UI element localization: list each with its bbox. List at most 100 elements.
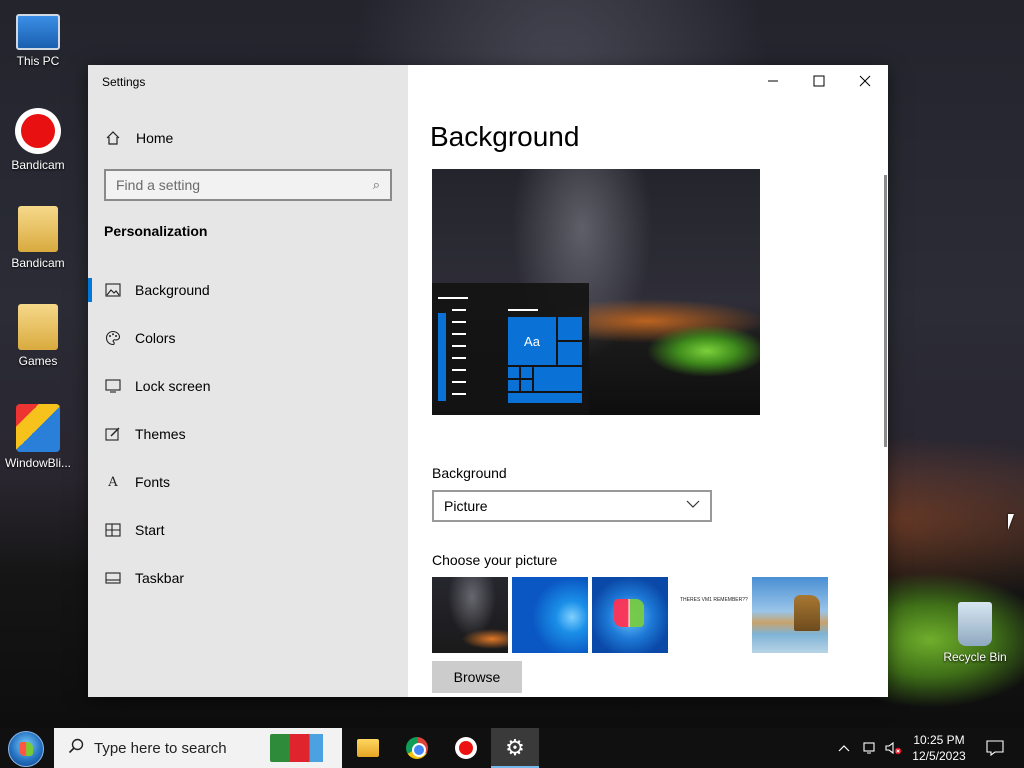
sidebar-item-colors[interactable]: Colors xyxy=(88,314,408,362)
preview-line xyxy=(452,333,466,335)
settings-icon: ⚙ xyxy=(505,735,525,760)
background-label: Background xyxy=(432,465,507,481)
thumbnail-milky-way[interactable] xyxy=(432,577,508,653)
taskbar-search-placeholder: Type here to search xyxy=(94,739,227,757)
taskbar: Type here to search ⚙ 10:25 PM 12/5/2023 xyxy=(0,728,1024,768)
clock-time: 10:25 PM xyxy=(913,733,965,747)
sidebar-item-start[interactable]: Start xyxy=(88,506,408,554)
sidebar-item-themes[interactable]: Themes xyxy=(88,410,408,458)
background-type-dropdown[interactable]: Picture xyxy=(432,490,712,522)
window-title: Settings xyxy=(102,75,146,89)
start-button[interactable] xyxy=(8,731,44,767)
chevron-down-icon xyxy=(686,497,700,512)
taskbar-icon xyxy=(104,569,122,587)
file-explorer-icon xyxy=(357,739,379,757)
preview-line xyxy=(452,309,466,311)
picture-icon xyxy=(104,281,122,299)
lock-screen-icon xyxy=(104,377,122,395)
sidebar-item-label: Background xyxy=(135,282,210,298)
gift-boxes-icon xyxy=(270,734,336,762)
search-icon xyxy=(68,738,84,759)
preview-tiles: Aa xyxy=(508,317,582,403)
start-icon xyxy=(104,521,122,539)
sidebar-item-label: Colors xyxy=(135,330,176,346)
background-preview: Aa xyxy=(432,169,760,415)
preview-tile xyxy=(508,367,519,378)
desktop-icon-label: Games xyxy=(18,354,58,368)
folder-icon xyxy=(18,304,58,350)
desktop-icon-label: This PC xyxy=(16,54,60,68)
search-input[interactable] xyxy=(116,177,373,193)
preview-line xyxy=(438,297,468,299)
browse-button[interactable]: Browse xyxy=(432,661,522,693)
rock-shape xyxy=(794,595,820,631)
desktop-icon-label: Bandicam xyxy=(11,256,65,270)
sidebar: Settings Home ⌕ Personalization Backgrou… xyxy=(88,65,408,697)
sidebar-item-background[interactable]: Background xyxy=(88,266,408,314)
preview-app-list xyxy=(438,313,446,401)
volume-muted-icon[interactable] xyxy=(884,728,904,768)
sidebar-item-fonts[interactable]: A Fonts xyxy=(88,458,408,506)
taskbar-file-explorer[interactable] xyxy=(344,728,392,768)
taskbar-settings[interactable]: ⚙ xyxy=(491,728,539,768)
this-pc-icon xyxy=(16,14,60,50)
themes-icon xyxy=(104,425,122,443)
preview-line xyxy=(452,321,466,323)
preview-line xyxy=(452,369,466,371)
desktop-icon-label: Recycle Bin xyxy=(943,650,1007,664)
windowblinds-icon xyxy=(16,404,60,452)
folder-icon xyxy=(18,206,58,252)
preview-line xyxy=(452,393,466,395)
sidebar-item-taskbar[interactable]: Taskbar xyxy=(88,554,408,602)
search-icon: ⌕ xyxy=(372,177,380,192)
choose-picture-label: Choose your picture xyxy=(432,552,558,568)
settings-window: Settings Home ⌕ Personalization Backgrou… xyxy=(88,65,888,697)
clock-date: 12/5/2023 xyxy=(912,749,966,763)
taskbar-search[interactable]: Type here to search xyxy=(54,728,342,768)
desktop-icon-bandicam[interactable]: Bandicam xyxy=(0,108,76,172)
desktop-icon-this-pc[interactable]: This PC xyxy=(0,8,76,68)
desktop-icon-recycle-bin[interactable]: Recycle Bin xyxy=(937,602,1013,664)
preview-tile xyxy=(521,367,532,378)
preview-tile: Aa xyxy=(508,317,556,365)
sidebar-item-label: Themes xyxy=(135,426,186,442)
find-setting-search[interactable]: ⌕ xyxy=(104,169,392,201)
desktop-icon-games[interactable]: Games xyxy=(0,304,76,368)
fonts-icon: A xyxy=(108,474,118,490)
main-content: Background Aa Background Picture Choose … xyxy=(408,65,888,697)
network-icon[interactable] xyxy=(862,728,880,768)
home-label: Home xyxy=(136,130,174,146)
taskbar-bandicam[interactable] xyxy=(442,728,490,768)
preview-line xyxy=(452,345,466,347)
thumbnail-text: THERES VM1 REMEMBER?? xyxy=(680,597,748,603)
chrome-icon xyxy=(406,737,428,759)
tray-chevron-up-icon[interactable] xyxy=(838,728,856,768)
mouse-cursor-icon xyxy=(1008,514,1014,530)
bandicam-icon xyxy=(455,737,477,759)
thumbnail-text-image[interactable]: THERES VM1 REMEMBER?? xyxy=(672,577,748,653)
taskbar-clock[interactable]: 10:25 PM 12/5/2023 xyxy=(906,732,972,764)
preview-tile xyxy=(521,380,532,391)
sidebar-item-lock-screen[interactable]: Lock screen xyxy=(88,362,408,410)
nav-list: Background Colors Lock screen Themes A F… xyxy=(88,266,408,602)
desktop-icon-label: Bandicam xyxy=(11,158,65,172)
preview-line xyxy=(508,309,538,311)
desktop-icon-windowblinds[interactable]: WindowBli... xyxy=(0,404,76,470)
preview-tile xyxy=(558,317,582,340)
desktop-icon-label: WindowBli... xyxy=(4,456,72,470)
section-title: Personalization xyxy=(104,223,208,239)
sidebar-item-label: Fonts xyxy=(135,474,171,490)
preview-tile xyxy=(508,380,519,391)
home-link[interactable]: Home xyxy=(104,127,173,149)
sidebar-item-label: Lock screen xyxy=(135,378,211,394)
preview-tile xyxy=(508,393,582,403)
thumbnail-windows-7[interactable] xyxy=(592,577,668,653)
preview-line xyxy=(452,381,466,383)
desktop-icon-bandicam-folder[interactable]: Bandicam xyxy=(0,206,76,270)
thumbnail-beach-rock[interactable] xyxy=(752,577,828,653)
taskbar-chrome[interactable] xyxy=(393,728,441,768)
scrollbar[interactable] xyxy=(884,175,887,447)
thumbnail-windows-10[interactable] xyxy=(512,577,588,653)
notifications-icon[interactable] xyxy=(980,728,1010,768)
dropdown-value: Picture xyxy=(444,498,488,514)
